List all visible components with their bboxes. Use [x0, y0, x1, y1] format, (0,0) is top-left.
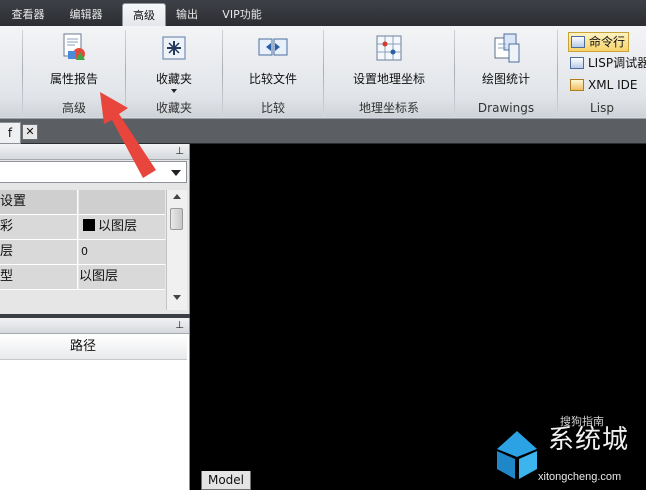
document-tab[interactable]: f: [0, 122, 21, 144]
menu-tab-viewer[interactable]: 查看器: [0, 3, 56, 26]
scrollbar-thumb[interactable]: [170, 208, 183, 230]
command-line-button[interactable]: 命令行: [568, 32, 630, 52]
properties-panel-title: ⊥: [0, 144, 189, 160]
attribute-report-label: 属性报告: [49, 72, 98, 86]
scroll-up-icon[interactable]: [173, 194, 181, 199]
watermark: 搜狗指南 系统城 xitongcheng.com: [490, 415, 646, 490]
property-row-layer[interactable]: 层 0: [0, 240, 167, 265]
ribbon-group-compare: 比较文件 比较: [223, 26, 323, 118]
property-value: 以图层: [98, 219, 138, 234]
windows-logo-icon: [497, 431, 537, 479]
lisp-debugger-button[interactable]: LISP调试器: [568, 54, 646, 72]
property-key: 型: [0, 265, 78, 289]
ribbon-group-label-advanced: 高级: [23, 99, 125, 117]
menu-tab-output[interactable]: 输出: [168, 3, 206, 26]
menu-tab-vip[interactable]: VIP功能: [212, 3, 272, 26]
favorites-button[interactable]: 收藏夹: [126, 32, 222, 93]
property-row-linetype[interactable]: 型 以图层: [0, 265, 165, 290]
ribbon: 属性报告 高级 收藏夹 收藏夹 比较文件 比较 设置地理坐标 地理坐标系 绘图统…: [0, 26, 646, 119]
xml-ide-icon: [570, 79, 584, 91]
property-value: [79, 190, 165, 214]
chevron-down-icon: [171, 89, 177, 93]
property-grid: 设置 彩 以图层 层 0 型 以图层: [0, 190, 167, 290]
ribbon-group-favorites: 收藏夹 收藏夹: [126, 26, 222, 118]
ribbon-group-drawings: 绘图统计 Drawings: [455, 26, 557, 118]
property-key: 设置: [0, 190, 78, 214]
menu-tab-advanced[interactable]: 高级: [122, 3, 166, 27]
scroll-down-icon[interactable]: [173, 295, 181, 300]
compare-files-label: 比较文件: [248, 72, 297, 86]
property-value-color: 以图层: [79, 215, 165, 239]
files-panel: ⊥ 路径: [0, 318, 190, 490]
property-row-settings[interactable]: 设置: [0, 190, 165, 215]
document-tab-strip: f ✕: [0, 119, 646, 144]
xml-ide-label: XML IDE: [588, 78, 638, 92]
property-key: 彩: [0, 215, 78, 239]
attribute-report-icon: [58, 32, 90, 64]
properties-panel: ⊥ 设置 彩 以图层 层 0 型 以图层: [0, 144, 190, 314]
drawing-statistics-label: 绘图统计: [481, 72, 530, 86]
watermark-name: 系统城: [548, 425, 630, 455]
compare-files-button[interactable]: 比较文件: [223, 32, 323, 87]
model-tab[interactable]: Model: [201, 471, 251, 490]
pin-icon[interactable]: ⊥: [175, 146, 184, 157]
property-row-color[interactable]: 彩 以图层: [0, 215, 165, 240]
ribbon-group-label-favorites: 收藏夹: [126, 99, 222, 117]
drawing-statistics-button[interactable]: 绘图统计: [455, 32, 557, 87]
files-table-header: 路径: [0, 335, 187, 360]
chevron-down-icon: [171, 170, 181, 176]
favorites-label: 收藏夹: [155, 72, 192, 86]
color-swatch: [83, 219, 95, 231]
menu-bar: 查看器 编辑器 高级 输出 VIP功能: [0, 0, 646, 27]
geo-coordinate-icon: [373, 32, 405, 64]
favorites-icon: [158, 32, 190, 64]
ribbon-group-label-compare: 比较: [223, 99, 323, 117]
pin-icon[interactable]: ⊥: [175, 320, 184, 331]
object-type-dropdown[interactable]: [0, 161, 187, 183]
watermark-url: xitongcheng.com: [538, 471, 622, 483]
property-key: 层: [0, 240, 78, 264]
compare-files-icon: [257, 32, 289, 64]
files-panel-title: ⊥: [0, 318, 189, 334]
ribbon-group-label-cut-off: [0, 99, 22, 117]
drawing-statistics-icon: [490, 32, 522, 64]
attribute-report-button[interactable]: 属性报告: [23, 32, 125, 87]
set-geo-coordinate-button[interactable]: 设置地理坐标: [324, 32, 454, 87]
close-icon[interactable]: ✕: [22, 124, 38, 140]
ribbon-group-label-lisp: Lisp: [558, 99, 646, 117]
ribbon-group-cut-off: [0, 26, 22, 118]
lisp-debugger-label: LISP调试器: [588, 56, 646, 70]
menu-tab-editor[interactable]: 编辑器: [60, 3, 112, 26]
ribbon-group-advanced: 属性报告 高级: [23, 26, 125, 118]
property-scrollbar[interactable]: [166, 190, 187, 310]
ribbon-group-label-geo: 地理坐标系: [324, 99, 454, 117]
property-value: 0: [79, 240, 167, 264]
property-value: 以图层: [79, 265, 165, 289]
xml-ide-button[interactable]: XML IDE: [568, 76, 640, 94]
set-geo-coordinate-label: 设置地理坐标: [352, 72, 425, 86]
ribbon-group-geo: 设置地理坐标 地理坐标系: [324, 26, 454, 118]
ribbon-group-label-drawings: Drawings: [455, 99, 557, 117]
command-line-label: 命令行: [589, 35, 626, 49]
lisp-debugger-icon: [570, 57, 584, 69]
command-line-icon: [571, 36, 585, 48]
column-header-path[interactable]: 路径: [70, 335, 96, 359]
